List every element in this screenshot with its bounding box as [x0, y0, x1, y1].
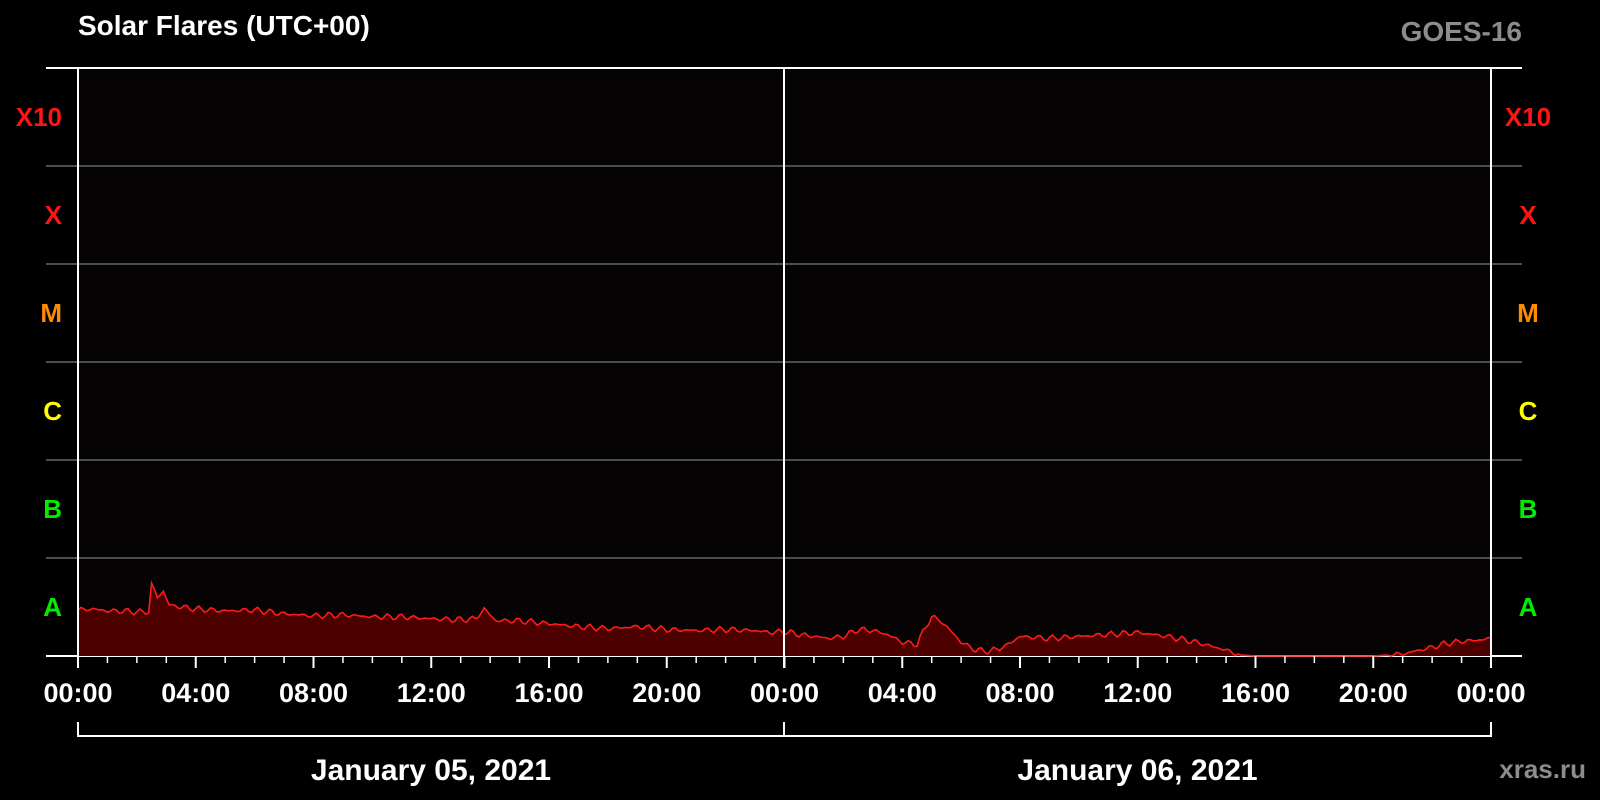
class-label-left: B — [43, 494, 62, 524]
date-label: January 05, 2021 — [311, 754, 551, 787]
date-label: January 06, 2021 — [1017, 754, 1257, 787]
class-label-right: X — [1519, 200, 1537, 230]
x-tick-label: 12:00 — [397, 678, 466, 708]
class-label-left: A — [43, 592, 62, 622]
class-label-right: M — [1517, 298, 1539, 328]
x-tick-label: 12:00 — [1103, 678, 1172, 708]
x-tick-label: 08:00 — [279, 678, 348, 708]
x-tick-label: 16:00 — [1221, 678, 1290, 708]
x-tick-label: 00:00 — [1456, 678, 1525, 708]
class-label-right: B — [1519, 494, 1538, 524]
class-label-left: X10 — [16, 102, 62, 132]
date-bracket — [77, 722, 1492, 737]
class-label-left: M — [40, 298, 62, 328]
class-label-left: X — [45, 200, 63, 230]
class-label-right: X10 — [1505, 102, 1551, 132]
class-label-right: A — [1519, 592, 1538, 622]
class-label-right: C — [1519, 396, 1538, 426]
x-tick-label: 00:00 — [750, 678, 819, 708]
x-tick-label: 20:00 — [632, 678, 701, 708]
class-label-left: C — [43, 396, 62, 426]
x-tick-label: 20:00 — [1339, 678, 1408, 708]
x-tick-label: 00:00 — [43, 678, 112, 708]
x-tick-label: 04:00 — [161, 678, 230, 708]
solar-flare-chart: 00:00 04:00 08:00 12:00 16:00 20:00 00:00 04:00… — [16, 67, 1551, 787]
x-tick-label: 04:00 — [868, 678, 937, 708]
x-tick-label: 08:00 — [985, 678, 1054, 708]
x-tick-label: 16:00 — [514, 678, 583, 708]
